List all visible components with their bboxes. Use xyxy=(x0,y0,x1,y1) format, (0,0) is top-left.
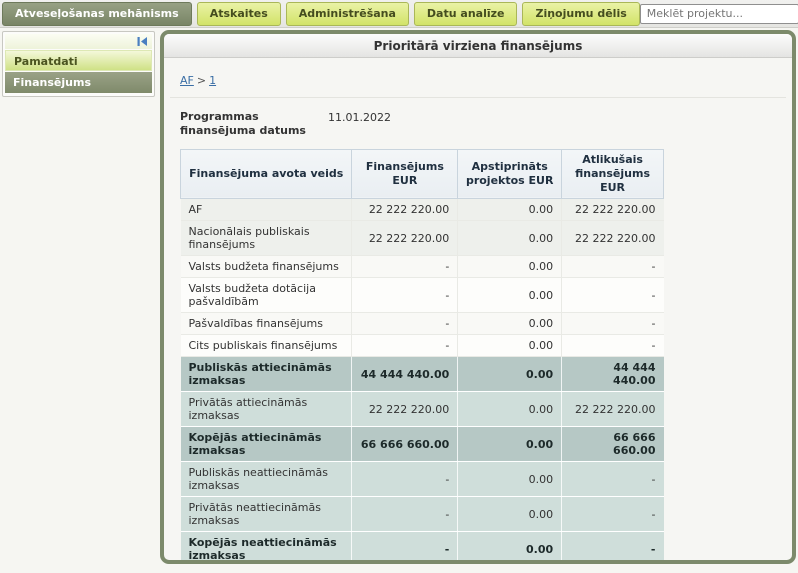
col-header-source-type: Finansējuma avota veids xyxy=(181,149,352,199)
breadcrumb-link-af[interactable]: AF xyxy=(180,74,194,87)
row-label: Valsts budžeta dotācija pašvaldībām xyxy=(181,278,352,313)
table-row: Pašvaldības finansējums - 0.00 - xyxy=(181,313,664,335)
row-label: Pašvaldības finansējums xyxy=(181,313,352,335)
row-value: 0.00 xyxy=(458,462,562,497)
row-value: 44 444 440.00 xyxy=(562,357,664,392)
program-date-row: Programmas finansējuma datums 11.01.2022 xyxy=(180,110,776,139)
row-value: 0.00 xyxy=(458,335,562,357)
row-value: 0.00 xyxy=(458,278,562,313)
finance-table-header-row: Finansējuma avota veids Finansējums EUR … xyxy=(181,149,664,199)
row-value: 66 666 660.00 xyxy=(562,427,664,462)
row-label: Kopējās neattiecināmās izmaksas xyxy=(181,532,352,564)
search-input[interactable] xyxy=(640,4,798,24)
table-row: Privātās attiecināmās izmaksas 22 222 22… xyxy=(181,392,664,427)
tab-atskaites[interactable]: Atskaites xyxy=(197,2,281,26)
row-value: - xyxy=(352,497,458,532)
sidebar-header xyxy=(5,34,152,49)
row-label: Kopējās attiecināmās izmaksas xyxy=(181,427,352,462)
row-value: 0.00 xyxy=(458,392,562,427)
row-value: - xyxy=(562,335,664,357)
breadcrumb-link-1[interactable]: 1 xyxy=(209,74,216,87)
tab-atveselosanas-mehanisms[interactable]: Atveseļošanas mehānisms xyxy=(2,2,192,26)
program-date-label: Programmas finansējuma datums xyxy=(180,110,328,139)
page-title: Prioritārā virziena finansējums xyxy=(164,34,792,58)
row-value: 0.00 xyxy=(458,199,562,221)
tab-zinojumu-delis[interactable]: Ziņojumu dēlis xyxy=(522,2,639,26)
row-value: 22 222 220.00 xyxy=(562,221,664,256)
row-label: Publiskās attiecināmās izmaksas xyxy=(181,357,352,392)
row-label: Privātās attiecināmās izmaksas xyxy=(181,392,352,427)
row-value: - xyxy=(562,278,664,313)
table-row: Cits publiskais finansējums - 0.00 - xyxy=(181,335,664,357)
row-value: - xyxy=(352,462,458,497)
sidebar-item-finansejums[interactable]: Finansējums xyxy=(5,72,152,93)
row-label: Cits publiskais finansējums xyxy=(181,335,352,357)
top-navigation-bar: Atveseļošanas mehānisms Atskaites Admini… xyxy=(0,0,798,28)
row-label: Privātās neattiecināmās izmaksas xyxy=(181,497,352,532)
table-row: Valsts budžeta dotācija pašvaldībām - 0.… xyxy=(181,278,664,313)
col-header-approved-projects-eur: Apstiprināts projektos EUR xyxy=(458,149,562,199)
row-value: 22 222 220.00 xyxy=(352,221,458,256)
tab-administresana[interactable]: Administrēšana xyxy=(286,2,409,26)
row-value: 22 222 220.00 xyxy=(562,199,664,221)
finance-table: Finansējuma avota veids Finansējums EUR … xyxy=(180,149,664,564)
col-header-financing-eur: Finansējums EUR xyxy=(352,149,458,199)
row-value: 22 222 220.00 xyxy=(352,392,458,427)
row-value: 0.00 xyxy=(458,532,562,564)
row-value: 0.00 xyxy=(458,313,562,335)
row-value: 66 666 660.00 xyxy=(352,427,458,462)
row-label: Publiskās neattiecināmās izmaksas xyxy=(181,462,352,497)
row-value: - xyxy=(352,313,458,335)
row-value: 0.00 xyxy=(458,221,562,256)
row-value: - xyxy=(352,335,458,357)
collapse-left-icon[interactable] xyxy=(137,37,148,46)
table-row-subtotal: Publiskās attiecināmās izmaksas 44 444 4… xyxy=(181,357,664,392)
row-value: - xyxy=(352,532,458,564)
row-value: 0.00 xyxy=(458,256,562,278)
row-value: - xyxy=(562,256,664,278)
tab-datu-analize[interactable]: Datu analīze xyxy=(414,2,518,26)
sidebar-item-pamatdati[interactable]: Pamatdati xyxy=(5,50,152,71)
row-value: - xyxy=(562,313,664,335)
row-value: 44 444 440.00 xyxy=(352,357,458,392)
col-header-remaining-financing-eur: Atlikušais finansējums EUR xyxy=(562,149,664,199)
row-value: 0.00 xyxy=(458,427,562,462)
main-tabs: Atveseļošanas mehānisms Atskaites Admini… xyxy=(0,2,640,26)
table-row-subtotal: Kopējās attiecināmās izmaksas 66 666 660… xyxy=(181,427,664,462)
row-label: Nacionālais publiskais finansējums xyxy=(181,221,352,256)
row-value: 22 222 220.00 xyxy=(352,199,458,221)
table-row: Nacionālais publiskais finansējums 22 22… xyxy=(181,221,664,256)
table-row: Valsts budžeta finansējums - 0.00 - xyxy=(181,256,664,278)
table-row-subtotal: Kopējās neattiecināmās izmaksas - 0.00 - xyxy=(181,532,664,564)
table-row: Privātās neattiecināmās izmaksas - 0.00 … xyxy=(181,497,664,532)
row-value: - xyxy=(352,278,458,313)
program-date-value: 11.01.2022 xyxy=(328,110,391,139)
table-row: Publiskās neattiecināmās izmaksas - 0.00… xyxy=(181,462,664,497)
row-value: 22 222 220.00 xyxy=(562,392,664,427)
row-value: - xyxy=(562,462,664,497)
row-label: Valsts budžeta finansējums xyxy=(181,256,352,278)
row-value: 0.00 xyxy=(458,357,562,392)
main-panel: Prioritārā virziena finansējums AF>1 Pro… xyxy=(160,30,796,564)
row-value: - xyxy=(562,532,664,564)
table-row: AF 22 222 220.00 0.00 22 222 220.00 xyxy=(181,199,664,221)
row-value: 0.00 xyxy=(458,497,562,532)
breadcrumb: AF>1 xyxy=(170,58,786,98)
sidebar: Pamatdati Finansējums xyxy=(2,31,155,97)
breadcrumb-separator: > xyxy=(197,74,206,87)
row-label: AF xyxy=(181,199,352,221)
row-value: - xyxy=(352,256,458,278)
row-value: - xyxy=(562,497,664,532)
